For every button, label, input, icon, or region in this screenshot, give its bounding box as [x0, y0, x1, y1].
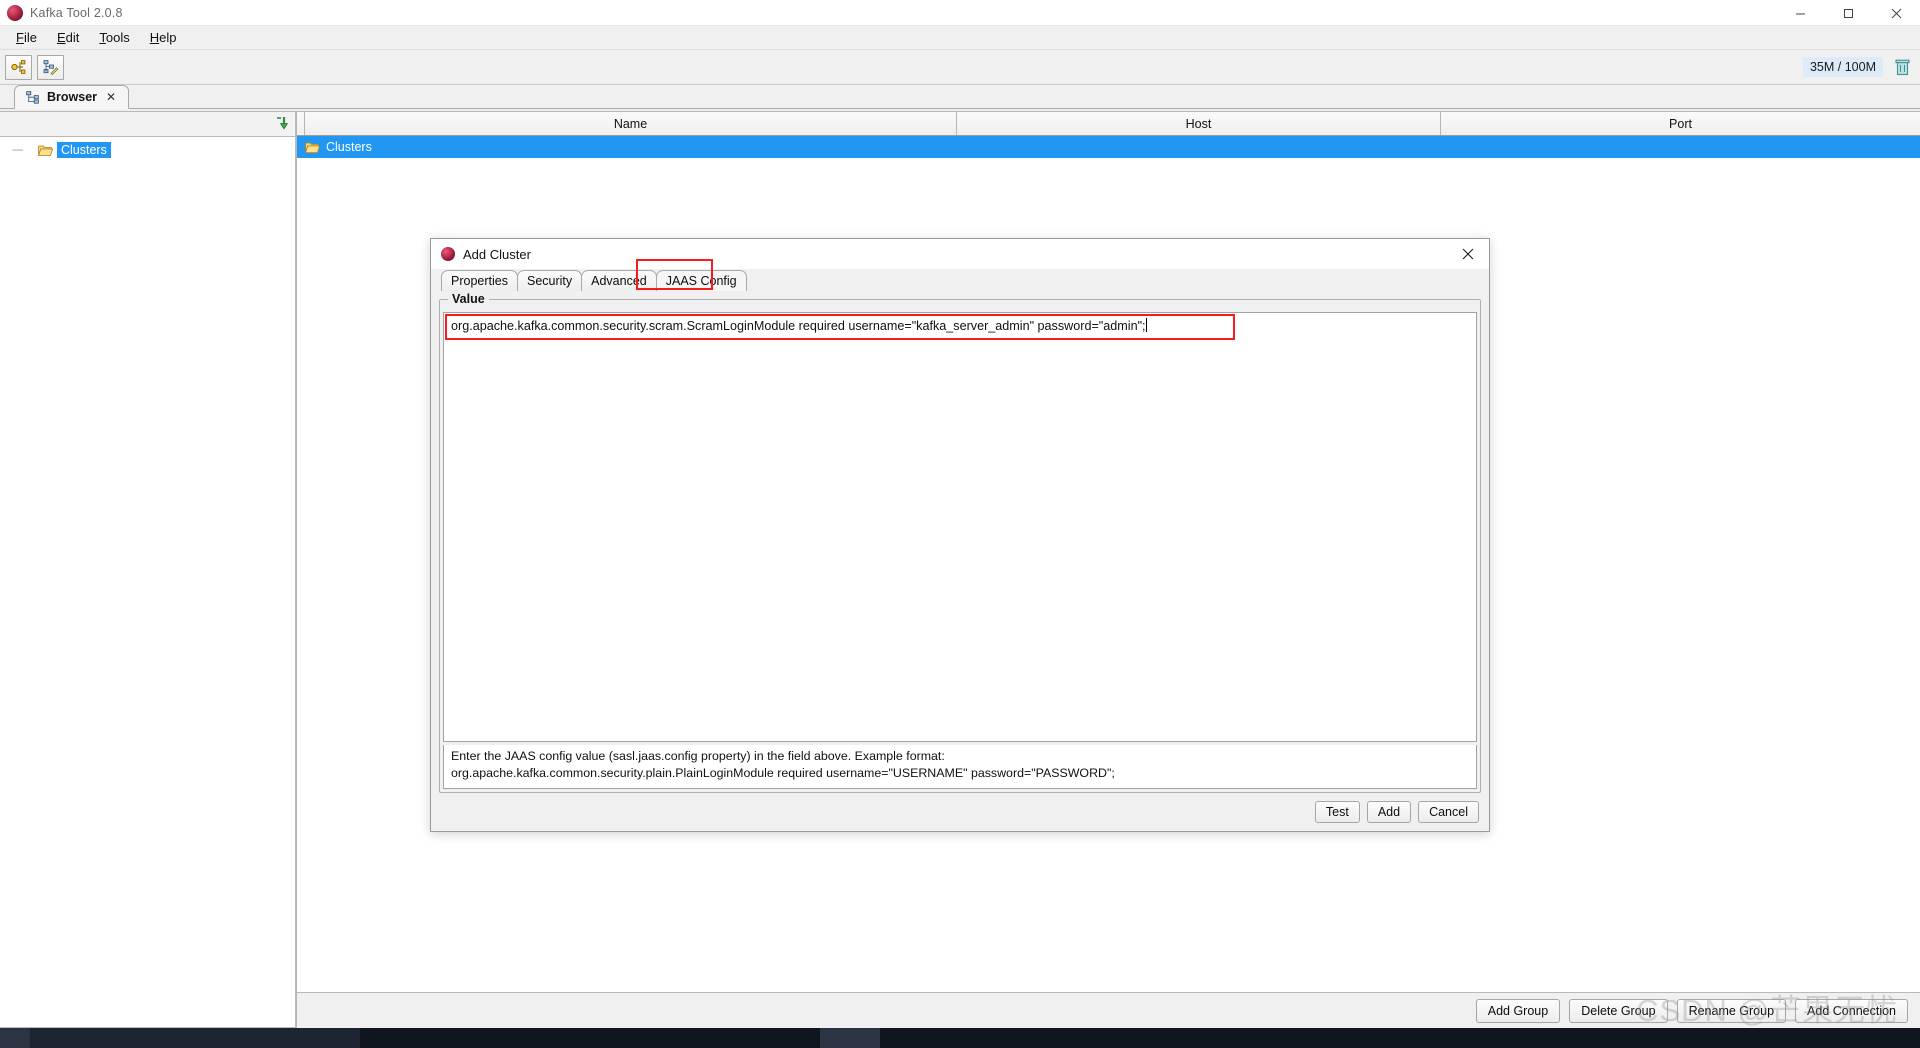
menubar: File Edit Tools Help [0, 26, 1920, 50]
menu-edit-rest: dit [65, 30, 80, 45]
menu-tools-rest: ools [105, 30, 130, 45]
taskbar-segment-3 [360, 1028, 820, 1048]
jaas-config-input[interactable]: org.apache.kafka.common.security.scram.S… [443, 312, 1477, 742]
document-tabstrip: Browser ✕ [0, 85, 1920, 109]
hint-line-1: Enter the JAAS config value (sasl.jaas.c… [451, 749, 945, 763]
tree-node-connector: ---- [12, 144, 24, 156]
minimize-icon[interactable] [1776, 0, 1824, 26]
tree-toolbar [0, 111, 296, 137]
add-button[interactable]: Add [1366, 801, 1412, 823]
table-row-name: Clusters [326, 140, 372, 154]
trash-icon[interactable] [1895, 59, 1910, 76]
dialog-titlebar: Add Cluster [431, 239, 1489, 269]
jaas-config-value: org.apache.kafka.common.security.scram.S… [451, 319, 1146, 333]
table-col-name[interactable]: Name [305, 112, 957, 135]
menu-edit[interactable]: Edit [47, 28, 89, 47]
menu-help[interactable]: Help [140, 28, 187, 47]
tab-browser-label: Browser [47, 90, 98, 104]
table-header-row: Name Host Port [297, 111, 1920, 136]
taskbar-segment-1 [0, 1028, 30, 1048]
delete-group-button[interactable]: Delete Group [1569, 998, 1668, 1023]
table-col-gutter [297, 112, 305, 135]
maximize-icon[interactable] [1824, 0, 1872, 26]
add-group-button[interactable]: Add Group [1475, 998, 1561, 1023]
window-title: Kafka Tool 2.0.8 [30, 5, 123, 20]
tab-properties[interactable]: Properties [441, 270, 518, 291]
tab-jaas-config[interactable]: JAAS Config [655, 270, 747, 291]
tree-node-clusters[interactable]: ---- Clusters [12, 141, 295, 159]
cluster-tree-pane: ---- Clusters [0, 111, 297, 1028]
test-button[interactable]: Test [1314, 801, 1360, 823]
cluster-add-icon [11, 60, 26, 74]
close-icon[interactable] [1872, 0, 1920, 26]
hint-line-2: org.apache.kafka.common.security.plain.P… [451, 766, 1115, 780]
folder-open-icon [38, 144, 54, 157]
window-controls [1776, 0, 1920, 26]
kafka-tool-window: Kafka Tool 2.0.8 File Edit Tools Help 35… [0, 0, 1920, 1048]
taskbar-segment-2 [30, 1028, 360, 1048]
kafka-tool-icon [441, 247, 455, 261]
memory-usage-label: 35M / 100M [1802, 57, 1883, 77]
tab-advanced[interactable]: Advanced [581, 270, 657, 291]
tree-edit-icon [43, 60, 59, 75]
menu-help-rest: elp [159, 30, 177, 45]
kafka-tool-icon [7, 4, 23, 21]
menu-file-rest: ile [23, 30, 37, 45]
jaas-hint-area: Enter the JAAS config value (sasl.jaas.c… [443, 745, 1477, 789]
menu-file[interactable]: File [6, 28, 47, 47]
table-action-bar: Add Group Delete Group Rename Group Add … [297, 992, 1920, 1028]
menu-tools[interactable]: Tools [89, 28, 139, 47]
text-caret [1145, 318, 1147, 332]
taskbar-segment-4 [820, 1028, 880, 1048]
collapse-all-icon[interactable] [273, 116, 289, 137]
browser-tree-icon [26, 90, 39, 104]
tab-close-icon[interactable]: ✕ [104, 90, 118, 104]
add-connection-button[interactable]: Add Connection [1795, 998, 1908, 1023]
value-legend: Value [448, 292, 489, 306]
dialog-body: Value org.apache.kafka.common.security.s… [439, 291, 1481, 793]
dialog-tabrow: Properties Security Advanced JAAS Config [431, 259, 1489, 291]
table-col-host[interactable]: Host [957, 112, 1441, 135]
table-row[interactable]: Clusters [297, 136, 1920, 158]
memory-indicator: 35M / 100M [1802, 57, 1910, 77]
dialog-footer: Test Add Cancel [431, 793, 1489, 831]
table-col-port[interactable]: Port [1441, 112, 1920, 135]
dialog-close-icon[interactable] [1451, 241, 1485, 267]
add-cluster-toolbar-button[interactable] [5, 54, 32, 80]
edit-tree-toolbar-button[interactable] [37, 54, 64, 80]
tab-security[interactable]: Security [516, 270, 583, 291]
tab-browser[interactable]: Browser ✕ [14, 85, 130, 109]
taskbar-segment-5 [880, 1028, 1920, 1048]
dialog-title: Add Cluster [463, 246, 531, 262]
rename-group-button[interactable]: Rename Group [1676, 998, 1787, 1023]
value-fieldset: Value org.apache.kafka.common.security.s… [439, 292, 1481, 793]
taskbar [0, 1028, 1920, 1048]
add-cluster-dialog: Add Cluster Properties Security Advanced… [430, 238, 1490, 832]
folder-open-icon [305, 141, 321, 154]
toolbar: 35M / 100M [0, 50, 1920, 85]
tree-body: ---- Clusters [0, 137, 296, 1028]
cancel-button[interactable]: Cancel [1418, 801, 1479, 823]
window-titlebar: Kafka Tool 2.0.8 [0, 0, 1920, 26]
tree-node-label: Clusters [57, 142, 111, 158]
